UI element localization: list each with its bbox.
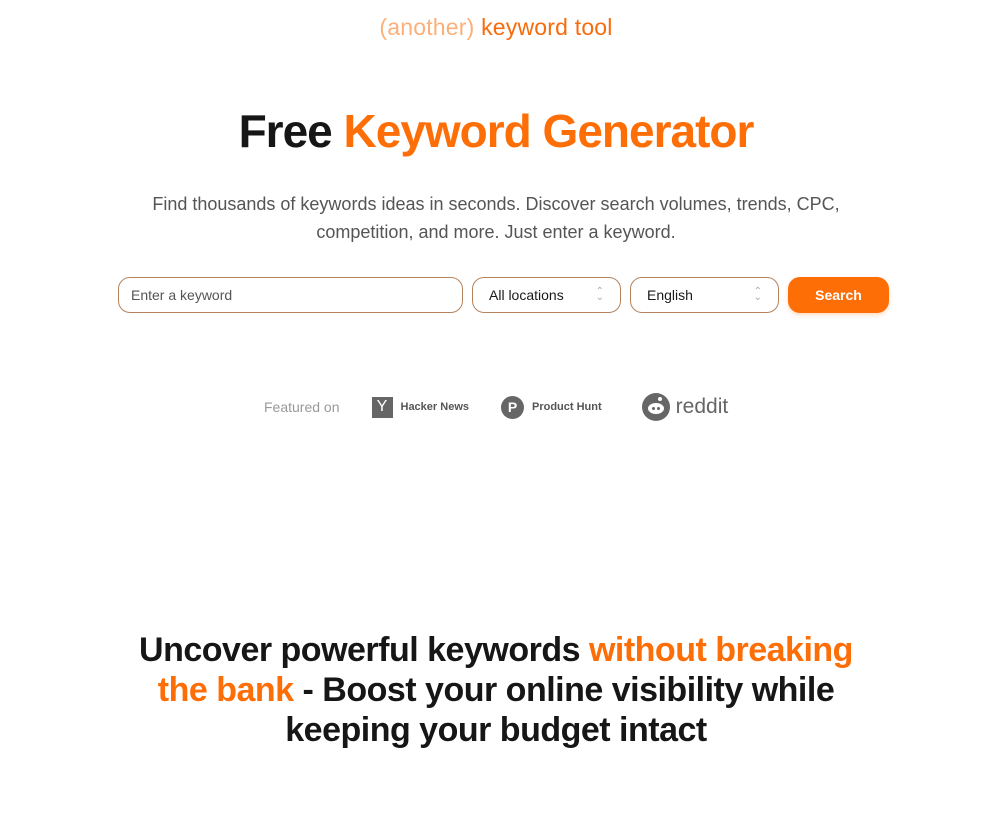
search-button[interactable]: Search (788, 277, 889, 313)
title-plain: Free (238, 105, 333, 157)
brand-logo[interactable]: (another) keyword tool (0, 14, 992, 41)
language-selected-value: English (647, 287, 693, 303)
location-select[interactable]: All locations ⌃ ⌄ (472, 277, 621, 313)
hero-subtitle: Find thousands of keywords ideas in seco… (152, 194, 840, 242)
location-selected-value: All locations (489, 287, 564, 303)
featured-on-bar: Featured on Y Hacker News P Product Hunt… (264, 393, 760, 421)
reddit-icon (641, 393, 670, 421)
language-select[interactable]: English ⌃ ⌄ (630, 277, 779, 313)
featured-item-label: reddit (675, 395, 729, 418)
title-accent: Keyword Generator (343, 105, 755, 157)
brand-prefix: (another) (379, 14, 475, 40)
tagline-part2: - Boost your online visibility while kee… (285, 671, 835, 749)
tagline-part1: Uncover powerful keywords (139, 631, 589, 669)
featured-reddit[interactable]: reddit (641, 393, 729, 421)
hacker-news-icon: Y (371, 396, 393, 418)
featured-item-label: Product Hunt (532, 401, 602, 413)
search-form: All locations ⌃⌄ English ⌃⌄ Search (118, 277, 889, 313)
section-heading: Uncover powerful keywords without breaki… (130, 630, 862, 750)
page-title: Free Keyword Generator (0, 104, 992, 158)
keyword-input[interactable] (118, 277, 463, 313)
brand-name: keyword tool (481, 14, 613, 40)
featured-label: Featured on (264, 399, 340, 415)
featured-item-label: Hacker News (400, 401, 470, 413)
chevron-up-down-icon: ⌃ ⌄ (595, 286, 604, 303)
product-hunt-icon: P (501, 395, 524, 419)
featured-hacker-news[interactable]: Y Hacker News (371, 396, 470, 418)
featured-product-hunt[interactable]: P Product Hunt (501, 395, 602, 419)
chevron-up-down-icon: ⌃ ⌄ (753, 286, 762, 303)
